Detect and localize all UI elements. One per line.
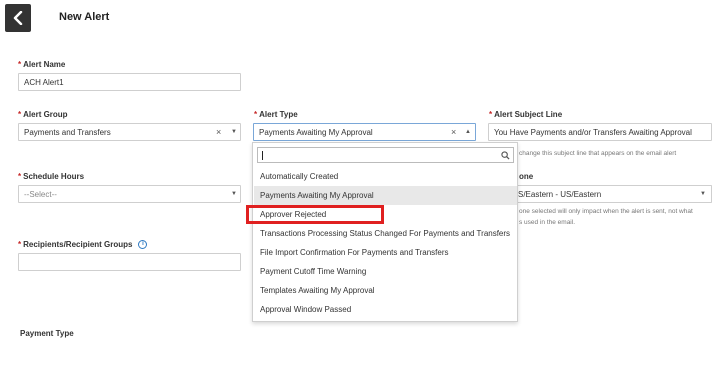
alert-name-input[interactable]: ACH Alert1 — [18, 73, 241, 91]
payment-type-label: Payment Type — [20, 329, 74, 338]
alert-subject-hint: change this subject line that appears on… — [519, 150, 677, 157]
schedule-hours-label: * Schedule Hours — [18, 172, 84, 181]
required-marker: * — [489, 110, 493, 119]
timezone-hint-line2: s used in the email. — [519, 219, 576, 226]
alert-type-caret-icon[interactable]: ▲ — [465, 129, 471, 135]
required-marker: * — [18, 60, 22, 69]
alert-group-value: Payments and Transfers — [24, 127, 111, 137]
schedule-hours-value: --Select-- — [24, 189, 57, 199]
alert-type-clear-icon[interactable]: × — [451, 127, 456, 137]
chevron-left-icon — [13, 11, 23, 25]
schedule-hours-label-text: Schedule Hours — [23, 172, 85, 181]
timezone-caret-icon[interactable]: ▼ — [700, 191, 706, 197]
alert-type-option-selected[interactable]: Payments Awaiting My Approval — [254, 186, 517, 205]
alert-subject-label: * Alert Subject Line — [489, 110, 562, 119]
alert-group-label: * Alert Group — [18, 110, 68, 119]
alert-type-dropdown: Automatically Created Payments Awaiting … — [252, 142, 518, 322]
highlight-box — [246, 205, 384, 224]
alert-type-select[interactable]: Payments Awaiting My Approval — [253, 123, 476, 141]
page-title: New Alert — [59, 11, 110, 23]
recipients-label: * Recipients/Recipient Groups i — [18, 240, 148, 250]
info-icon[interactable]: i — [138, 240, 148, 250]
timezone-hint-line1: one selected will only impact when the a… — [519, 208, 693, 215]
recipients-label-text: Recipients/Recipient Groups — [23, 240, 133, 249]
required-marker: * — [254, 110, 258, 119]
text-cursor — [262, 151, 263, 160]
alert-group-clear-icon[interactable]: × — [216, 127, 221, 137]
alert-name-label: * Alert Name — [18, 60, 65, 69]
alert-group-label-text: Alert Group — [23, 110, 68, 119]
schedule-hours-caret-icon[interactable]: ▼ — [231, 191, 237, 197]
timezone-value: S/Eastern - US/Eastern — [518, 189, 602, 199]
alert-type-option[interactable]: Approval Window Passed — [254, 300, 517, 319]
alert-subject-input[interactable]: You Have Payments and/or Transfers Await… — [488, 123, 712, 141]
alert-type-value: Payments Awaiting My Approval — [259, 127, 373, 137]
alert-type-option[interactable]: Automatically Created — [254, 167, 517, 186]
timezone-select[interactable]: S/Eastern - US/Eastern — [505, 185, 712, 203]
alert-subject-label-text: Alert Subject Line — [494, 110, 563, 119]
alert-type-option[interactable]: Transactions Processing Status Changed F… — [254, 224, 517, 243]
alert-type-label-text: Alert Type — [259, 110, 298, 119]
schedule-hours-select[interactable]: --Select-- — [18, 185, 241, 203]
alert-type-option[interactable]: Payment Cutoff Time Warning — [254, 262, 517, 281]
alert-type-option[interactable]: File Import Confirmation For Payments an… — [254, 243, 517, 262]
search-icon — [501, 151, 510, 160]
required-marker: * — [18, 110, 22, 119]
alert-group-select[interactable]: Payments and Transfers — [18, 123, 241, 141]
alert-type-option[interactable]: Templates Awaiting My Approval — [254, 281, 517, 300]
alert-type-label: * Alert Type — [254, 110, 298, 119]
required-marker: * — [18, 172, 22, 181]
required-marker: * — [18, 240, 22, 249]
alert-group-caret-icon[interactable]: ▼ — [231, 129, 237, 135]
alert-name-label-text: Alert Name — [23, 60, 66, 69]
back-button[interactable] — [5, 4, 31, 32]
recipients-input[interactable] — [18, 253, 241, 271]
timezone-label: one — [519, 172, 534, 181]
alert-type-search-input[interactable] — [257, 147, 514, 163]
